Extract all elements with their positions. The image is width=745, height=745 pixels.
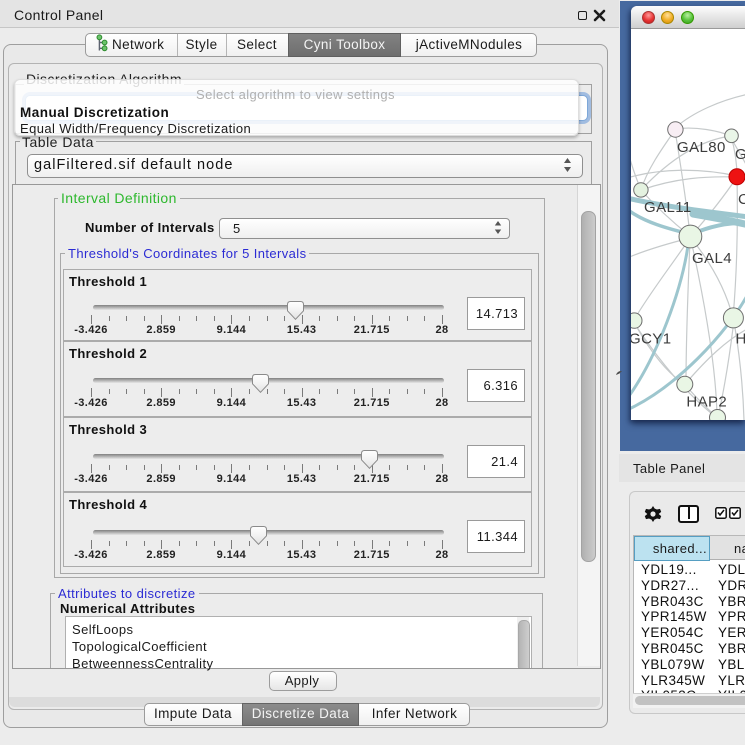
- svg-text:GAL11: GAL11: [644, 199, 692, 216]
- svg-text:GCY1: GCY1: [631, 331, 671, 348]
- svg-text:H: H: [736, 331, 745, 348]
- svg-text:GA: GA: [735, 146, 745, 163]
- svg-text:GAL4: GAL4: [692, 250, 732, 267]
- svg-text:HAP2: HAP2: [686, 394, 727, 411]
- svg-text:GAL80: GAL80: [677, 139, 726, 156]
- svg-text:C: C: [738, 191, 745, 208]
